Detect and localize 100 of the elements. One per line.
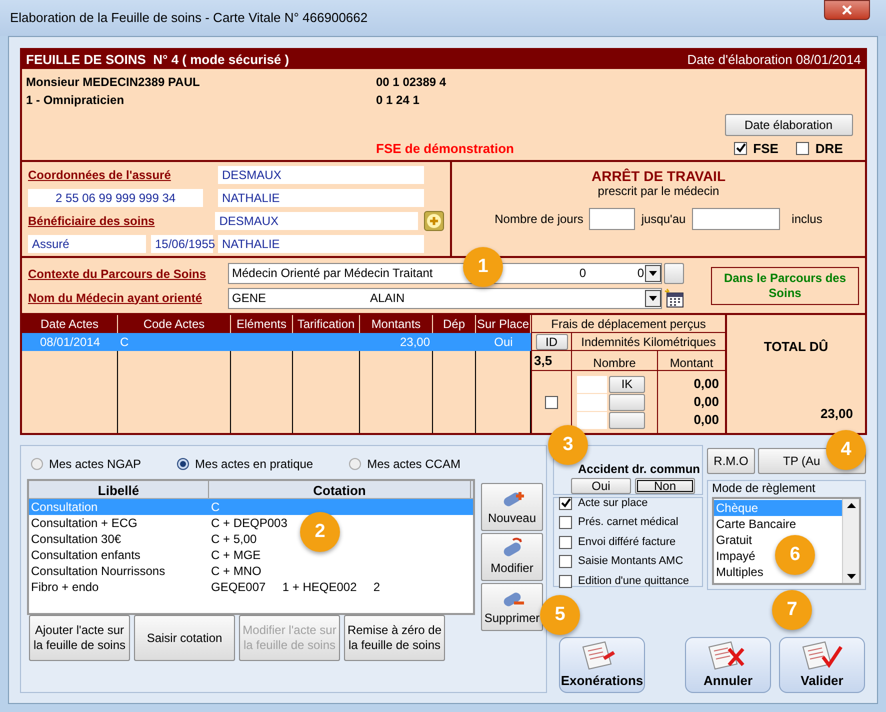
add-icon[interactable] [424,210,444,230]
until-date-field[interactable] [692,208,780,230]
act-cotation: C [210,499,220,515]
sheet-action-button[interactable]: Ajouter l'acte sur la feuille de soins [29,615,130,661]
amount-value: 0,00 [694,375,719,393]
checkbox[interactable] [545,396,558,408]
id-button[interactable]: ID [536,334,568,350]
act-cotation: C + DEQP003 [210,515,288,531]
accident-option-button[interactable]: Oui [571,478,631,494]
table-cell-text: 23,00 [398,334,431,351]
date-button[interactable]: Date élaboration [724,114,852,136]
sheet-action-button[interactable]: Remise à zéro de la feuille de soins [344,615,445,661]
checkbox[interactable] [559,516,572,529]
table-cell-text: Oui [493,334,514,351]
checkbox[interactable] [559,536,572,548]
insured-last-name: DESMAUX [218,166,424,184]
checkbox-label: Prés. carnet médical [578,515,678,530]
checkbox[interactable] [734,142,748,155]
beneficiary-quality: Assuré [28,234,146,252]
days-field[interactable] [589,208,636,230]
payment-option[interactable]: Gratuit [714,532,752,548]
checkbox-label: FSE [753,140,778,158]
insured-label: Coordonnées de l'assuré [28,166,172,184]
insured-first-name: NATHALIE [218,188,424,206]
sheet-date: Date d'élaboration 08/01/2014 [687,50,861,69]
checkbox-label: Saisie Montants AMC [578,554,684,570]
act-label[interactable]: Consultation + ECG [29,515,209,531]
context-label: Contexte du Parcours de Soins [28,266,208,282]
work-stop-subtitle: prescrit par le médecin [598,184,720,198]
act-cotation: C + MGE [210,547,261,563]
radio-label: Mes actes NGAP [49,456,142,473]
checkbox-label: DRE [815,140,843,158]
amount-value: 0,00 [694,411,719,429]
beneficiary-first-name: NATHALIE [218,234,424,252]
work-stop-title: ARRÊT DE TRAVAIL [591,168,726,184]
table-cell-text: 08/01/2014 [38,334,102,351]
ik-button[interactable]: IK [609,376,645,392]
radio-button[interactable] [31,458,43,470]
days-label: Nombre de jours [494,211,584,228]
close-icon [842,5,852,15]
act-label[interactable]: Consultation Nourrissons [29,563,209,579]
table-cell-text: C [119,334,130,351]
radio-button[interactable] [349,458,362,470]
act-label[interactable]: Consultation 30€ [29,531,209,547]
list-action-button[interactable]: Modifier [481,533,543,581]
count-header: Nombre [572,351,658,370]
doctor-name: Monsieur MEDECIN2389 PAUL [26,74,201,91]
referring-doctor-dropdown[interactable]: GENE ALAIN [228,288,662,308]
checkbox[interactable] [796,142,810,155]
big-action-button[interactable]: Exonérations [559,637,645,693]
act-label[interactable]: Consultation enfants [29,547,209,563]
count-field[interactable] [577,376,607,392]
blank-button[interactable] [609,394,645,410]
payment-option[interactable]: Carte Bancaire [714,516,796,532]
beneficiary-birth-date: 15/06/1955 [151,234,213,252]
beneficiary-label: Bénéficiaire des soins [28,212,156,230]
radio-label: Mes actes CCAM [367,456,460,473]
act-cotation: C + MNO [210,563,262,579]
checkbox[interactable] [559,574,572,588]
ik-title: Indemnités Kilométriques [580,334,717,350]
close-button[interactable] [824,0,870,20]
payment-option[interactable]: Impayé [714,548,756,564]
caret-icon [649,270,657,276]
demo-notice: FSE de démonstration [376,140,515,158]
insured-number: 2 55 06 99 999 999 34 [28,188,203,206]
accident-option-button[interactable]: Non [635,478,695,494]
rmo-button[interactable]: R.M.O [707,448,755,474]
referring-doctor-label: Nom du Médecin ayant orienté [28,290,204,306]
column-header: Libellé [29,481,209,498]
checkbox[interactable] [559,555,572,568]
amount-value: 0,00 [694,393,719,411]
checkbox-label: Envoi différé facture [578,534,676,550]
checkbox[interactable] [559,496,572,510]
big-action-button[interactable]: Valider [779,637,865,693]
until-label: jusqu'au [641,211,686,228]
radio-label: Mes actes en pratique [195,456,314,473]
act-label[interactable]: Fibro + endo [29,579,209,595]
sheet-action-button[interactable]: Saisir cotation [134,615,235,661]
list-action-button[interactable]: Supprimer [481,583,543,631]
calendar-icon[interactable] [664,288,684,308]
total-label: TOTAL DÛ [764,338,828,356]
big-action-button[interactable]: Annuler [685,637,771,693]
checkbox-label: Acte sur place [578,496,648,511]
doctor-number: 00 1 02389 4 [376,74,448,91]
blank-button[interactable] [609,412,645,428]
count-field[interactable] [577,412,607,428]
sheet-title: FEUILLE DE SOINS N° 4 ( mode sécurisé ) [26,50,290,69]
count-field[interactable] [577,394,607,410]
radio-button[interactable] [177,458,190,470]
accident-title: Accident dr. commun [576,462,700,476]
scrollbar[interactable] [842,499,859,583]
payment-option[interactable]: Multiples [714,564,764,580]
list-action-button[interactable]: Nouveau [481,483,543,531]
blank-button[interactable] [664,262,684,284]
travel-fees-title: Frais de déplacement perçus [532,315,725,333]
act-cotation: GEQE007 1 + HEQE002 2 [210,579,380,595]
column-header: Cotation [209,481,471,498]
doctor-specialty: 1 - Omnipraticien [26,92,126,109]
checkbox-label: Edition d'une quittance [578,574,689,589]
total-value: 23,00 [820,404,854,422]
